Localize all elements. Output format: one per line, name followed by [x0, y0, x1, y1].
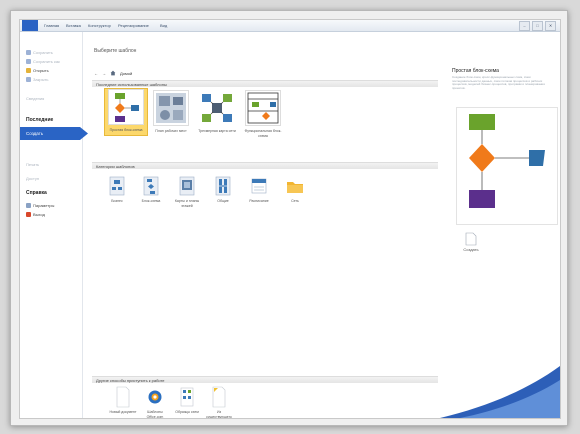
- ribbon-bar: Главная Вставка Конструктор Рецензирован…: [20, 20, 560, 32]
- tab-insert[interactable]: Вставка: [66, 20, 81, 31]
- category-schedule[interactable]: Расписание: [242, 176, 276, 204]
- nav-options[interactable]: Параметры: [26, 203, 54, 208]
- nav-options-label: Параметры: [33, 203, 55, 208]
- preview-description: Создание блок-схем, кросс-функциональных…: [452, 75, 545, 90]
- business-folder-icon: [108, 176, 126, 196]
- other-ways-header: Другие способы приступить к работе: [92, 376, 438, 383]
- office-com-icon: [147, 386, 163, 408]
- visio-backstage-window: Главная Вставка Конструктор Рецензирован…: [19, 19, 561, 419]
- nav-create[interactable]: Создать: [20, 127, 88, 140]
- category-maps[interactable]: Карты и планы этажей: [170, 176, 204, 208]
- tab-design[interactable]: Конструктор: [88, 20, 111, 31]
- options-icon: [26, 203, 31, 208]
- save-as-icon: [26, 59, 31, 64]
- decorative-swoosh: [440, 366, 560, 418]
- maximize-button[interactable]: □: [532, 21, 543, 31]
- new-document-icon: [465, 232, 477, 246]
- category-network[interactable]: Сеть: [278, 176, 312, 204]
- nav-info[interactable]: Сведения: [26, 96, 44, 101]
- close-document-icon: [26, 77, 31, 82]
- folder-icon: [286, 176, 304, 196]
- category-label: Сеть: [291, 199, 299, 203]
- template-office-layout[interactable]: План рабочих мест: [150, 90, 192, 134]
- template-gallery: Выберите шаблон ← → Домой Последние испо…: [90, 32, 440, 418]
- breadcrumb: ← → Домой: [94, 70, 132, 76]
- nav-help[interactable]: Справка: [26, 190, 47, 196]
- nav-share[interactable]: Доступ: [26, 176, 39, 181]
- nav-open-label: Открыть: [33, 68, 49, 73]
- other-label: Новый документ: [109, 410, 137, 414]
- flowchart-thumbnail: [108, 89, 144, 125]
- template-preview-pane: Простая блок-схема Создание блок-схем, к…: [440, 32, 560, 418]
- flowchart-folder-icon: [142, 176, 160, 196]
- category-general[interactable]: Общие: [206, 176, 240, 204]
- tab-view[interactable]: Вид: [160, 20, 167, 31]
- other-label: Образцы схем: [175, 410, 199, 414]
- template-3d-network[interactable]: Трехмерная карта сети: [196, 90, 238, 134]
- create-label: Создать: [463, 247, 479, 252]
- new-from-existing[interactable]: Из существующего: [204, 386, 234, 419]
- new-blank-document[interactable]: Новый документ: [108, 386, 138, 415]
- general-folder-icon: [214, 176, 232, 196]
- save-icon: [26, 50, 31, 55]
- nav-close[interactable]: Закрыть: [26, 77, 48, 82]
- close-button[interactable]: ✕: [545, 21, 556, 31]
- existing-document-icon: [211, 386, 227, 408]
- other-label: Из существующего: [206, 410, 232, 419]
- category-label: Общие: [217, 199, 229, 203]
- category-flowchart[interactable]: Блок-схема: [134, 176, 168, 204]
- preview-title: Простая блок-схема: [452, 68, 499, 74]
- nav-exit[interactable]: Выход: [26, 212, 45, 217]
- category-business[interactable]: Бизнес: [100, 176, 134, 204]
- folder-icon: [26, 68, 31, 73]
- page-title: Выберите шаблон: [94, 48, 137, 54]
- category-label: Бизнес: [111, 199, 123, 203]
- category-label: Блок-схема: [141, 199, 161, 203]
- sample-diagram-icon: [179, 386, 195, 408]
- nav-open[interactable]: Открыть: [26, 68, 49, 73]
- cross-functional-thumbnail: [245, 90, 281, 126]
- sample-diagrams[interactable]: Образцы схем: [172, 386, 202, 415]
- nav-save-label: Сохранить: [33, 50, 53, 55]
- nav-exit-label: Выход: [33, 212, 45, 217]
- nav-save-as[interactable]: Сохранить как: [26, 59, 60, 64]
- template-label: Функциональная блок-схема: [244, 129, 282, 138]
- office-layout-thumbnail: [153, 90, 189, 126]
- tab-home[interactable]: Главная: [44, 20, 59, 31]
- template-basic-flowchart[interactable]: Простая блок-схема: [104, 88, 148, 136]
- nav-recent[interactable]: Последние: [26, 117, 53, 123]
- create-button[interactable]: Создать: [460, 232, 482, 252]
- office-com-templates[interactable]: Шаблоны Office.com: [140, 386, 170, 419]
- template-categories-header: Категории шаблонов: [92, 162, 438, 169]
- flowchart-preview: [456, 107, 558, 225]
- template-cross-functional[interactable]: Функциональная блок-схема: [242, 90, 284, 138]
- maps-folder-icon: [178, 176, 196, 196]
- schedule-folder-icon: [250, 176, 268, 196]
- tab-review[interactable]: Рецензирование: [118, 20, 149, 31]
- category-label: Карты и планы этажей: [174, 199, 200, 208]
- blank-page-icon: [115, 386, 131, 408]
- nav-print[interactable]: Печать: [26, 162, 39, 167]
- backstage-nav: Сохранить Сохранить как Открыть Закрыть …: [20, 32, 83, 418]
- breadcrumb-home[interactable]: Домой: [120, 71, 132, 76]
- back-button[interactable]: ←: [94, 71, 98, 76]
- file-tab[interactable]: [22, 20, 38, 31]
- forward-button[interactable]: →: [102, 71, 106, 76]
- nav-save[interactable]: Сохранить: [26, 50, 53, 55]
- template-label: Простая блок-схема: [109, 128, 143, 132]
- recent-templates-header: Последние использованные шаблоны: [92, 80, 438, 87]
- category-label: Расписание: [249, 199, 269, 203]
- exit-icon: [26, 212, 31, 217]
- template-label: Трехмерная карта сети: [198, 129, 236, 133]
- nav-save-as-label: Сохранить как: [33, 59, 60, 64]
- screenshot-frame: Главная Вставка Конструктор Рецензирован…: [10, 10, 568, 426]
- other-label: Шаблоны Office.com: [146, 410, 164, 419]
- network-thumbnail: [199, 90, 235, 126]
- template-label: План рабочих мест: [155, 129, 187, 133]
- minimize-button[interactable]: –: [519, 21, 530, 31]
- nav-close-label: Закрыть: [33, 77, 49, 82]
- window-controls: – □ ✕: [519, 21, 556, 31]
- home-icon[interactable]: [110, 70, 116, 76]
